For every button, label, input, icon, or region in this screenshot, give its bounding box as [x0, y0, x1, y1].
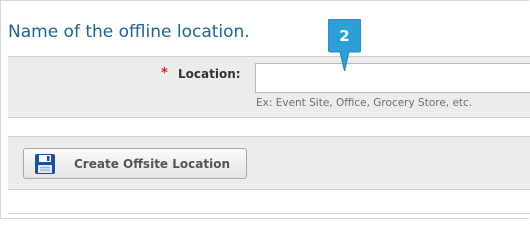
- location-input[interactable]: [255, 63, 530, 93]
- location-hint: Ex: Event Site, Office, Grocery Store, e…: [256, 97, 473, 109]
- floppy-disk-icon: [35, 154, 55, 174]
- step-number: 2: [339, 27, 350, 45]
- create-button-label: Create Offsite Location: [74, 157, 230, 171]
- divider: [8, 213, 530, 214]
- section-title: Name of the offline location.: [8, 22, 250, 42]
- create-offsite-location-button[interactable]: Create Offsite Location: [23, 148, 247, 179]
- location-label: Location:: [178, 67, 241, 81]
- required-indicator: *: [161, 66, 168, 81]
